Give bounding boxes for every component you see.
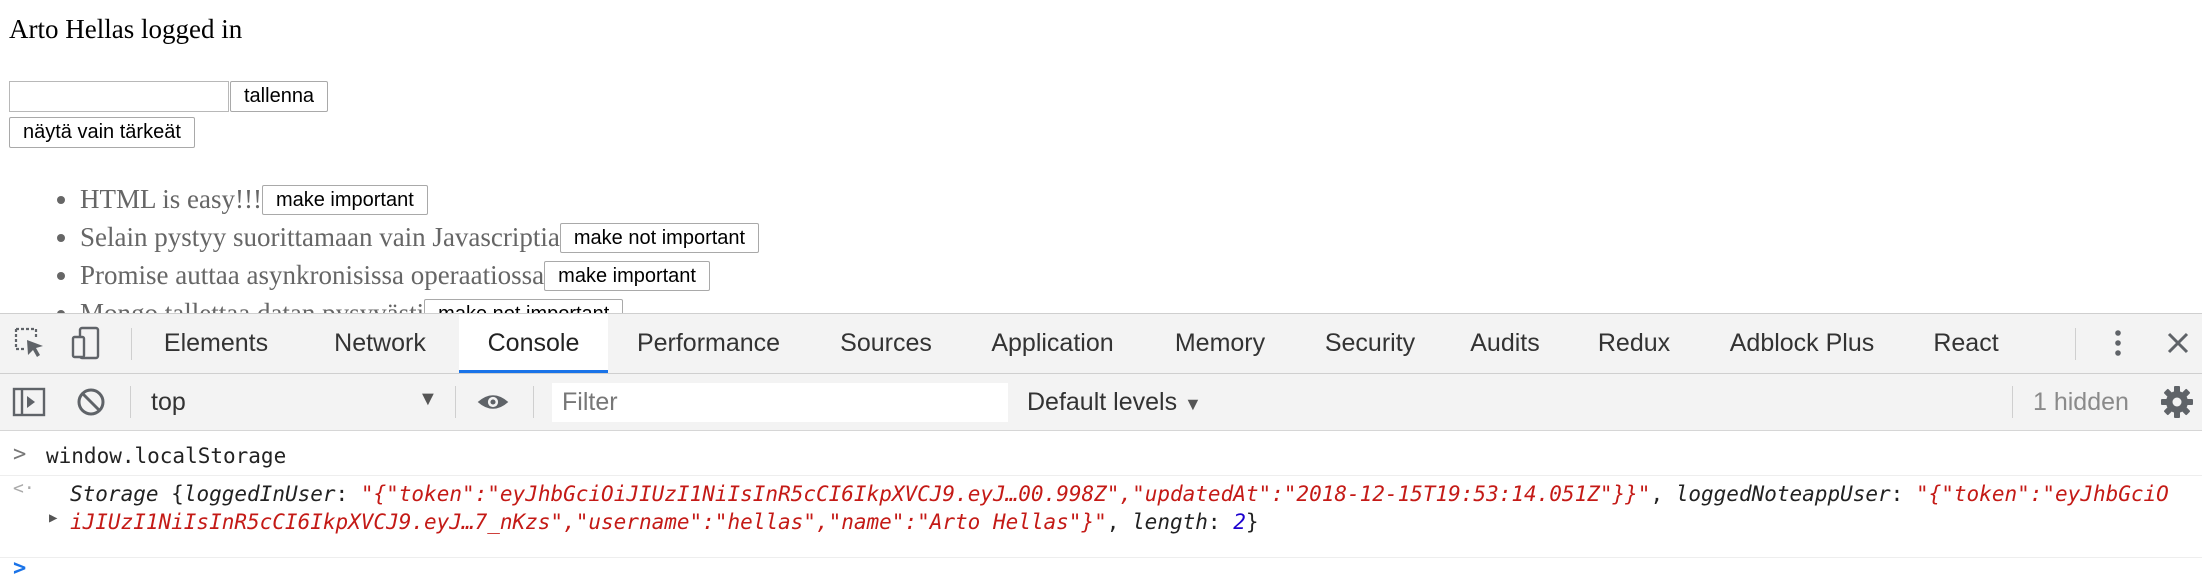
toggle-importance-button[interactable]: make not important [559, 222, 760, 253]
list-item: HTML is easy!!!make important [80, 180, 759, 218]
storage-object-preview[interactable]: Storage {loggedInUser: "{"token":"eyJhbG… [70, 480, 2170, 536]
toggle-importance-button[interactable]: make important [544, 260, 710, 291]
tab-memory[interactable]: Memory [1150, 314, 1290, 373]
console-result-row: <· ▶ Storage {loggedInUser: "{"token":"e… [0, 478, 2202, 558]
note-text: HTML is easy!!! [80, 184, 262, 214]
context-dropdown-icon[interactable]: ▼ [418, 388, 438, 411]
console-toolbar: top ▼ Default levels ▼ 1 hidden [0, 374, 2202, 431]
list-item: Promise auttaa asynkronisissa operaatios… [80, 256, 759, 294]
live-expression-eye-icon[interactable] [476, 385, 510, 419]
console-filter-input[interactable] [552, 383, 1008, 422]
console-output[interactable]: > window.localStorage <· ▶ Storage {logg… [0, 432, 2202, 587]
tab-react[interactable]: React [1917, 314, 2015, 373]
tab-network[interactable]: Network [310, 314, 450, 373]
chevron-down-icon: ▼ [1184, 394, 1202, 414]
tab-audits[interactable]: Audits [1452, 314, 1558, 373]
inspect-element-icon[interactable] [13, 326, 47, 360]
show-important-button[interactable]: näytä vain tärkeät [9, 117, 195, 148]
tab-console[interactable]: Console [459, 314, 608, 373]
tab-redux[interactable]: Redux [1583, 314, 1685, 373]
more-vertical-icon[interactable] [2101, 326, 2135, 360]
expand-triangle-icon[interactable]: ▶ [49, 510, 57, 526]
console-sidebar-icon[interactable] [12, 385, 46, 419]
hidden-messages-count: 1 hidden [2033, 388, 2129, 416]
login-status: Arto Hellas logged in [9, 14, 243, 44]
log-levels-dropdown[interactable]: Default levels ▼ [1027, 374, 1202, 430]
new-note-input[interactable] [9, 81, 229, 112]
tab-application[interactable]: Application [975, 314, 1130, 373]
devtools-panel: Elements Network Console Performance Sou… [0, 313, 2202, 586]
result-prompt: <· [13, 478, 35, 499]
list-item: Selain pystyy suorittamaan vain Javascri… [80, 218, 760, 256]
close-icon[interactable] [2161, 326, 2195, 360]
toggle-importance-button[interactable]: make not important [424, 298, 624, 313]
clear-console-icon[interactable] [74, 385, 108, 419]
console-input-row: > window.localStorage [0, 442, 2202, 476]
console-prompt-row[interactable]: > [0, 556, 2202, 587]
notes-list: HTML is easy!!!make important Selain pys… [0, 180, 760, 313]
gear-icon[interactable] [2160, 385, 2194, 419]
console-prompt: > [13, 556, 27, 581]
tab-elements[interactable]: Elements [152, 314, 280, 373]
devtools-tab-bar: Elements Network Console Performance Sou… [0, 314, 2202, 374]
console-command: window.localStorage [46, 444, 287, 468]
list-item: Mongo tallettaa datan pysyvästimake not … [80, 294, 759, 313]
tab-sources[interactable]: Sources [822, 314, 950, 373]
toggle-importance-button[interactable]: make important [261, 184, 428, 215]
note-text: Promise auttaa asynkronisissa operaatios… [80, 260, 545, 290]
input-prompt: > [13, 442, 27, 467]
tab-performance[interactable]: Performance [618, 314, 799, 373]
note-text: Selain pystyy suorittamaan vain Javascri… [80, 222, 560, 252]
device-toolbar-icon[interactable] [70, 326, 104, 360]
save-button[interactable]: tallenna [230, 81, 329, 112]
log-levels-label: Default levels [1027, 388, 1178, 416]
context-selector[interactable]: top [151, 374, 186, 430]
app-page: Arto Hellas logged in tallenna näytä vai… [0, 0, 2202, 313]
tab-adblock-plus[interactable]: Adblock Plus [1708, 314, 1896, 373]
note-text: Mongo tallettaa datan pysyvästi [80, 298, 425, 313]
tab-security[interactable]: Security [1310, 314, 1430, 373]
